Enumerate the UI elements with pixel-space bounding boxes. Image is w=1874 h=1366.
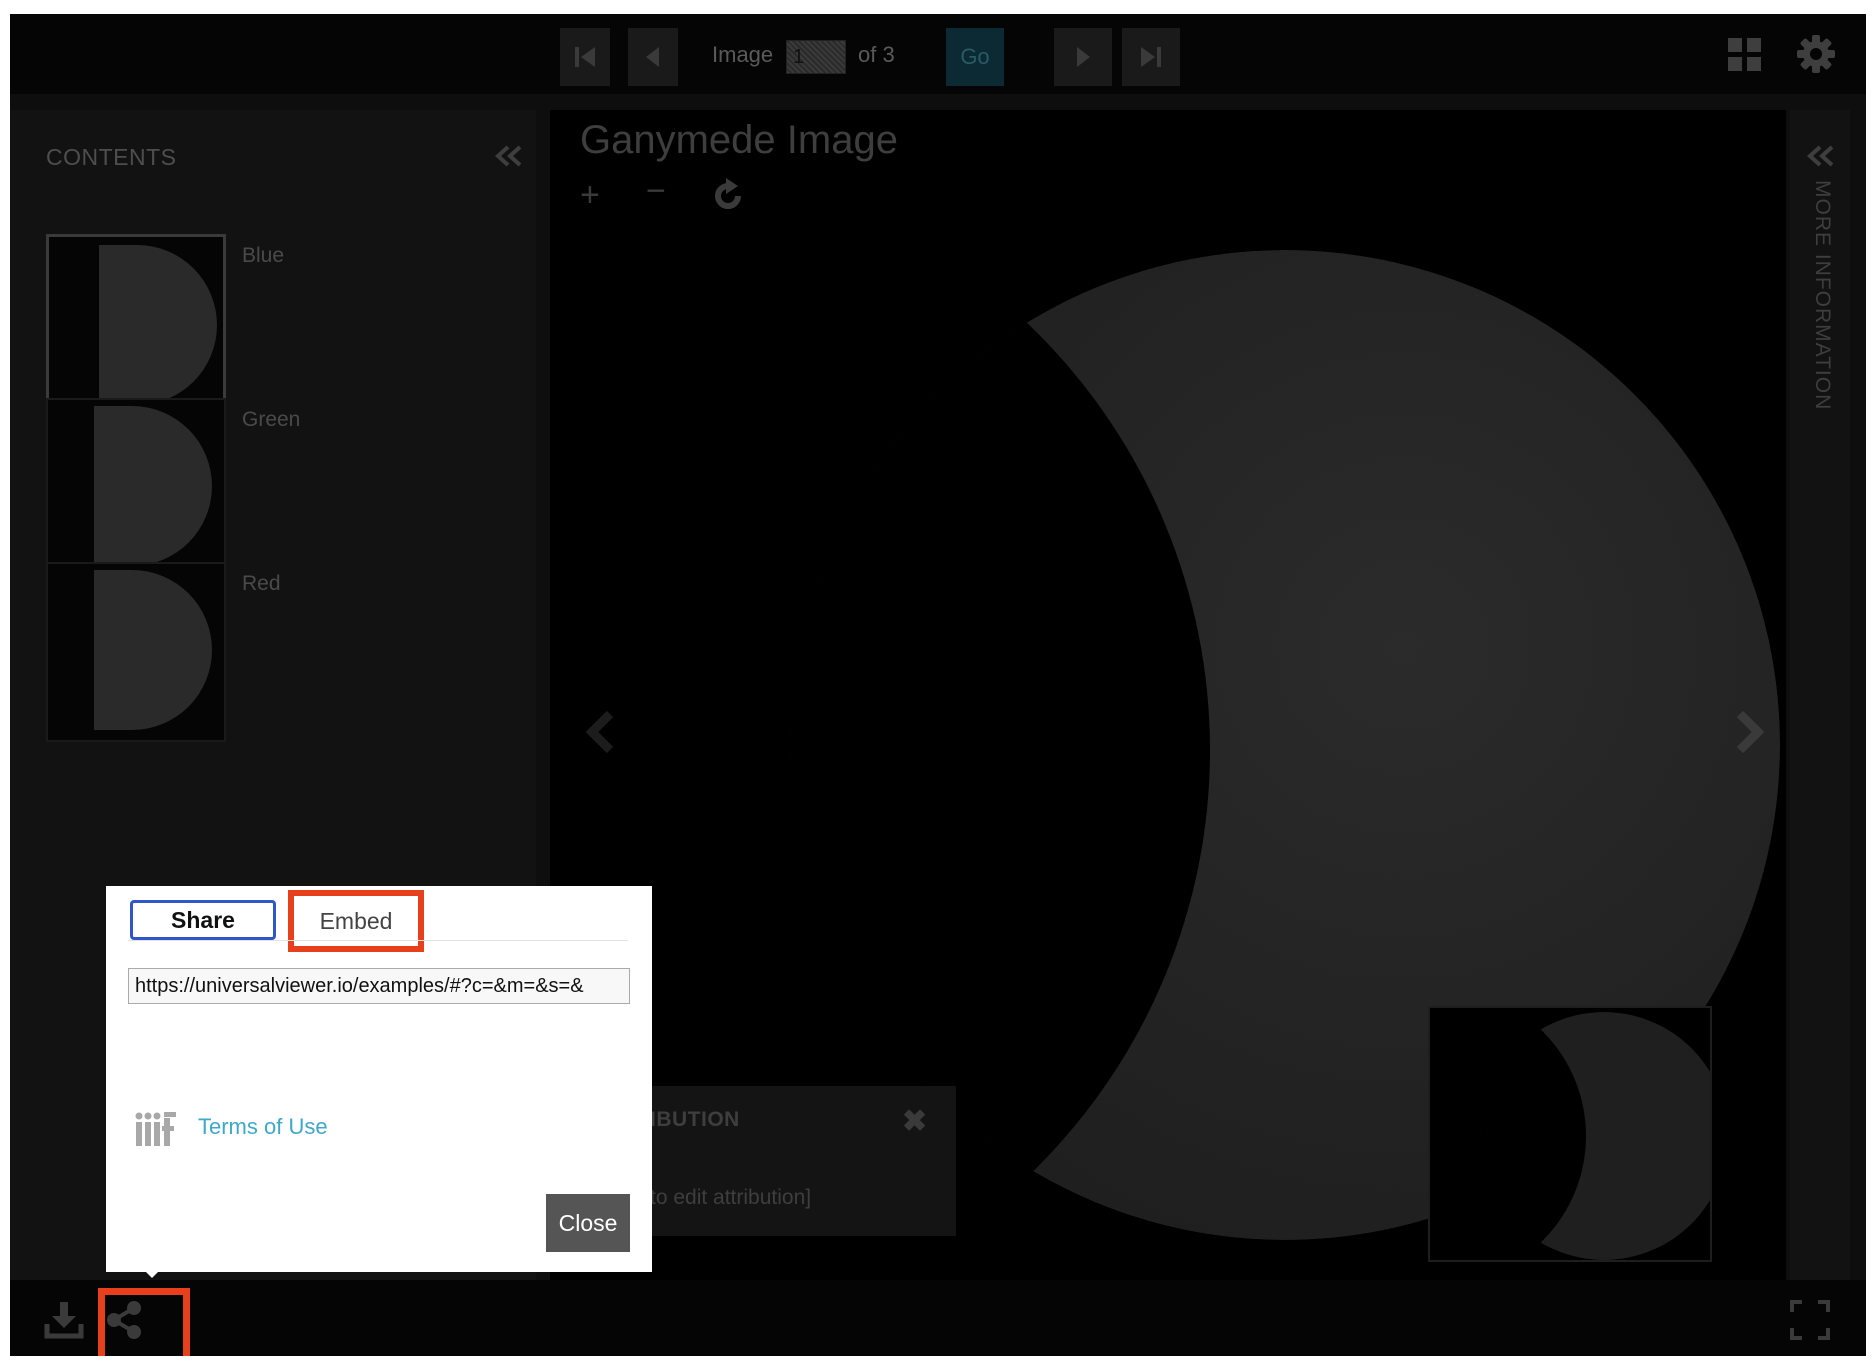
share-button-highlight	[98, 1288, 190, 1356]
dialog-caret	[140, 1266, 164, 1278]
last-page-icon	[1141, 47, 1161, 67]
share-dialog: Share Embed Terms of Use Close	[106, 886, 652, 1278]
download-icon[interactable]	[44, 1300, 84, 1340]
contents-title: CONTENTS	[46, 144, 177, 170]
prev-page-icon	[646, 47, 659, 67]
next-page-button[interactable]	[1054, 28, 1112, 86]
thumbnail-label: Blue	[242, 244, 285, 267]
tab-share[interactable]: Share	[130, 900, 276, 940]
next-page-icon	[1077, 47, 1090, 67]
first-page-icon	[575, 47, 595, 67]
footer-toolbar	[10, 1280, 1866, 1356]
thumbnail-item[interactable]: Blue	[46, 234, 486, 418]
more-information-label: MORE INFORMATION	[1811, 180, 1834, 411]
attribution-close-icon[interactable]: ✖	[902, 1104, 927, 1139]
first-page-button[interactable]	[560, 28, 610, 86]
thumbnail-image	[46, 234, 226, 414]
header-toolbar: Image of 3 Go	[10, 14, 1866, 94]
next-image-arrow-icon[interactable]	[1732, 710, 1766, 754]
thumbnail-label: Green	[242, 408, 301, 431]
page-number-input[interactable]	[786, 40, 846, 74]
thumbnail-item[interactable]: Green	[46, 398, 486, 582]
terms-of-use-link[interactable]: Terms of Use	[198, 1114, 328, 1140]
grid-icon[interactable]	[1728, 38, 1762, 72]
more-information-panel[interactable]: MORE INFORMATION	[1790, 110, 1850, 1280]
last-page-button[interactable]	[1122, 28, 1180, 86]
go-button[interactable]: Go	[946, 28, 1004, 86]
attribution-title: IBUTION	[650, 1108, 740, 1131]
attribution-text: to edit attribution]	[650, 1186, 812, 1209]
image-label: Image	[712, 42, 774, 67]
fullscreen-icon[interactable]	[1790, 1300, 1830, 1340]
tab-embed[interactable]: Embed	[288, 890, 424, 952]
settings-icon[interactable]	[1796, 34, 1836, 74]
iiif-logo-icon[interactable]	[134, 1108, 178, 1148]
navigator-image	[1480, 1012, 1710, 1260]
thumbnail-image	[46, 562, 226, 742]
thumbnail-image	[46, 398, 226, 578]
page-count-label: of 3	[858, 42, 895, 67]
thumbnail-label: Red	[242, 572, 281, 595]
thumbnail-item[interactable]: Red	[46, 562, 486, 746]
close-button[interactable]: Close	[546, 1194, 630, 1252]
prev-image-arrow-icon[interactable]	[584, 710, 618, 754]
expand-right-panel-icon[interactable]	[1806, 144, 1836, 168]
image-title: Ganymede Image	[580, 118, 898, 162]
zoom-out-button[interactable]: −	[646, 172, 666, 211]
collapse-left-panel-icon[interactable]	[494, 144, 524, 168]
navigator-minimap[interactable]	[1428, 1006, 1712, 1262]
viewer: Image of 3 Go CONTENTS	[10, 14, 1866, 1356]
rotate-icon[interactable]	[710, 178, 746, 214]
prev-page-button[interactable]	[628, 28, 678, 86]
share-url-input[interactable]	[128, 968, 630, 1004]
zoom-in-button[interactable]: +	[580, 176, 600, 215]
tab-divider	[128, 940, 628, 941]
